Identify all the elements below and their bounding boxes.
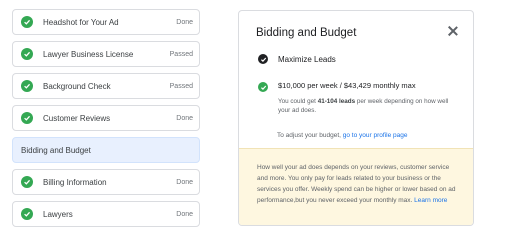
learn-more-link[interactable]: Learn more (414, 197, 447, 204)
check-circle-icon (21, 112, 33, 124)
budget-description: You could get 41-104 leads per week depe… (278, 98, 449, 114)
adjust-budget-text: To adjust your budget, go to your profil… (277, 132, 408, 139)
profile-page-link[interactable]: go to your profile page (343, 132, 408, 139)
checklist-item-label: Customer Reviews (43, 113, 111, 123)
checklist-item-bidding-budget[interactable]: Bidding and Budget (12, 137, 200, 163)
check-circle-icon (21, 48, 33, 60)
checklist-item-status: Done (176, 18, 193, 26)
checklist-item-status: Done (176, 114, 193, 122)
checklist-item-status: Done (176, 210, 193, 218)
checklist-item-lawyers[interactable]: Lawyers Done (12, 201, 200, 227)
checklist-item-billing-information[interactable]: Billing Information Done (12, 169, 200, 195)
info-box: How well your ad does depends on your re… (239, 148, 473, 225)
setup-checklist: Headshot for Your Ad Done Lawyer Busines… (12, 9, 200, 233)
checklist-item-status: Passed (169, 50, 193, 58)
check-circle-icon (21, 80, 33, 92)
check-circle-icon (258, 82, 268, 92)
check-circle-icon (21, 208, 33, 220)
check-circle-icon (21, 176, 33, 188)
info-text: How well your ad does depends on your re… (257, 164, 456, 204)
checklist-item-business-license[interactable]: Lawyer Business License Passed (12, 41, 200, 67)
budget-option[interactable]: $10,000 per week / $43,429 monthly max Y… (258, 81, 458, 115)
checklist-item-label: Headshot for Your Ad (43, 17, 119, 27)
bidding-budget-panel: Bidding and Budget Maximize Leads $10,00… (238, 10, 474, 226)
maximize-leads-label: Maximize Leads (278, 54, 336, 64)
checklist-item-label: Bidding and Budget (21, 145, 91, 155)
checklist-item-status: Done (176, 178, 193, 186)
checklist-item-label: Background Check (43, 81, 111, 91)
leads-estimate: 41-104 leads (317, 98, 356, 105)
maximize-leads-option[interactable]: Maximize Leads (258, 54, 336, 64)
checklist-item-label: Billing Information (43, 177, 107, 187)
checklist-item-status: Passed (169, 82, 193, 90)
checklist-item-label: Lawyers (43, 209, 73, 219)
checklist-item-background-check[interactable]: Background Check Passed (12, 73, 200, 99)
check-circle-icon (258, 54, 268, 64)
panel-title: Bidding and Budget (256, 27, 357, 39)
checklist-item-label: Lawyer Business License (43, 49, 134, 59)
check-circle-icon (21, 16, 33, 28)
checklist-item-customer-reviews[interactable]: Customer Reviews Done (12, 105, 200, 131)
close-icon[interactable] (446, 24, 460, 38)
budget-amount: $10,000 per week / $43,429 monthly max (278, 81, 416, 90)
checklist-item-headshot[interactable]: Headshot for Your Ad Done (12, 9, 200, 35)
